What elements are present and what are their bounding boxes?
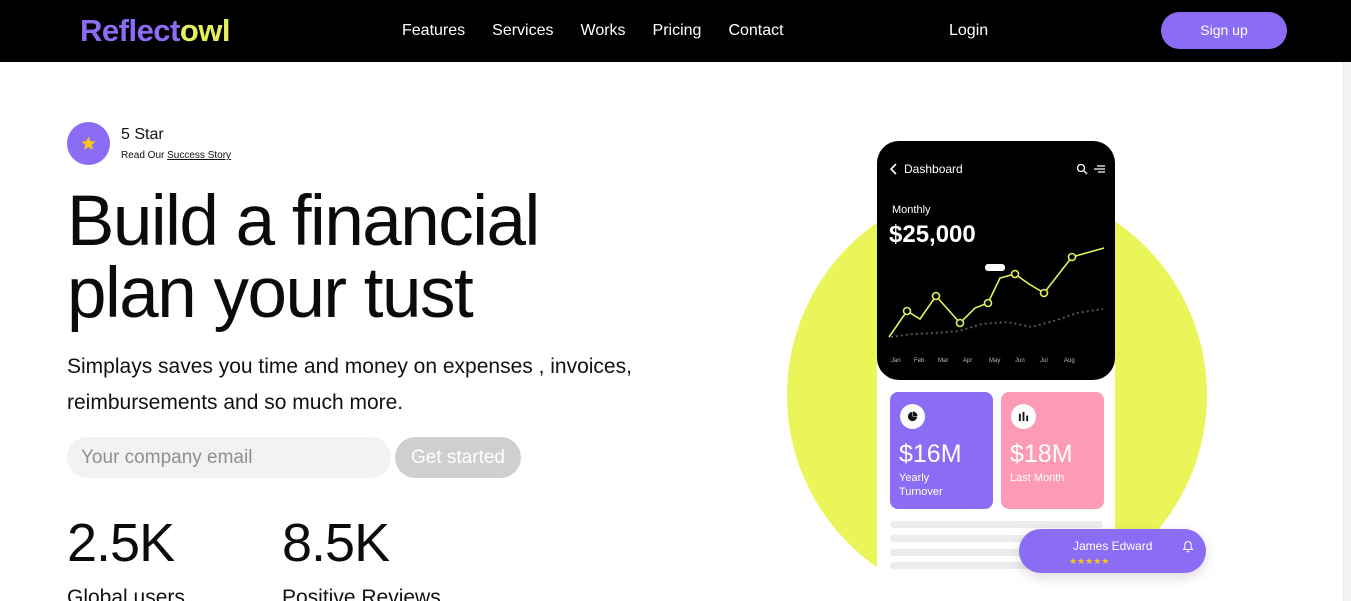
nav-link-works[interactable]: Works — [581, 20, 626, 42]
card-value: $16M — [899, 440, 962, 468]
stat-value: 2.5K — [67, 513, 175, 573]
chart-point — [931, 291, 941, 301]
landing-page: Reflectowl Features Services Works Prici… — [0, 0, 1351, 601]
month-label-mar: Mar — [938, 358, 948, 364]
bar-chart-icon — [1011, 404, 1036, 429]
reviewer-name: James Edward — [1073, 539, 1153, 553]
month-label-aug: Aug — [1064, 358, 1075, 364]
logo-text-reflect: Reflect — [80, 13, 180, 48]
hero-title-line-2: plan your tust — [67, 254, 474, 333]
month-label-apr: Apr — [963, 358, 972, 364]
success-story-link[interactable]: Success Story — [167, 150, 231, 161]
card-label: Last Month — [1010, 472, 1065, 484]
hero-description: Simplays saves you time and money on exp… — [67, 355, 632, 414]
period-label: Monthly — [892, 204, 931, 216]
monthly-line-chart: Jan Feb Mar Apr May Jun Jul Aug — [888, 247, 1105, 364]
placeholder-line — [890, 535, 1030, 542]
month-label-jun: Jun — [1015, 358, 1025, 364]
stat-positive-reviews: 8.5K Positive Reviews — [282, 513, 441, 601]
placeholder-line — [890, 521, 1103, 528]
month-label-jan: Jan — [891, 358, 901, 364]
placeholder-line — [890, 549, 1030, 556]
chart-point — [983, 298, 993, 308]
nav-link-pricing[interactable]: Pricing — [653, 20, 702, 42]
card-value: $18M — [1010, 440, 1073, 468]
get-started-button[interactable]: Get started — [395, 437, 521, 478]
chart-point — [1039, 288, 1049, 298]
chart-secondary-line — [890, 308, 1104, 338]
nav-link-services[interactable]: Services — [492, 20, 553, 42]
monthly-amount: $25,000 — [889, 221, 976, 248]
dashboard-title: Dashboard — [904, 162, 963, 176]
chart-tooltip — [985, 264, 1005, 271]
month-label-feb: Feb — [914, 358, 925, 364]
yearly-turnover-card[interactable]: $16M Yearly Turnover — [890, 392, 993, 509]
review-stars: ★★★★★ — [1069, 556, 1110, 566]
pie-chart-icon — [900, 404, 925, 429]
card-label: Yearly Turnover — [899, 472, 943, 498]
stat-label: Global users — [67, 586, 185, 601]
hero-title-line-1: Build a financial — [67, 182, 540, 261]
rating-badge — [67, 122, 110, 165]
brand-logo[interactable]: Reflectowl — [80, 13, 231, 49]
chart-point — [955, 318, 965, 328]
chart-point — [1067, 252, 1077, 262]
month-label-may: May — [989, 358, 1000, 364]
bell-icon[interactable] — [1182, 540, 1194, 553]
nav-links: Features Services Works Pricing Contact — [402, 20, 784, 42]
last-month-card[interactable]: $18M Last Month — [1001, 392, 1104, 509]
placeholder-line — [890, 562, 1030, 569]
rating-subtitle-prefix: Read Our — [121, 150, 165, 161]
chart-point — [1010, 269, 1020, 279]
star-icon — [81, 136, 96, 150]
search-icon[interactable] — [1076, 163, 1088, 175]
chart-point — [902, 306, 912, 316]
page-scrollbar[interactable] — [1343, 62, 1351, 601]
rating-title: 5 Star — [121, 126, 164, 143]
signup-button[interactable]: Sign up — [1161, 12, 1287, 49]
stat-label: Positive Reviews — [282, 586, 441, 601]
chart-month-labels: Jan Feb Mar Apr May Jun Jul Aug — [891, 358, 1075, 364]
stat-global-users: 2.5K Global users — [67, 513, 185, 601]
nav-link-features[interactable]: Features — [402, 20, 465, 42]
menu-icon[interactable] — [1094, 164, 1105, 174]
month-label-jul: Jul — [1040, 358, 1048, 364]
rating-subtitle: Read Our Success Story — [121, 150, 231, 162]
top-navigation: Reflectowl Features Services Works Prici… — [0, 0, 1351, 62]
back-chevron-icon[interactable] — [889, 162, 899, 176]
company-email-input[interactable] — [67, 437, 391, 478]
login-link[interactable]: Login — [949, 20, 988, 42]
nav-link-contact[interactable]: Contact — [728, 20, 783, 42]
phone-dashboard-screen: Jan Feb Mar Apr May Jun Jul Aug Dashboar… — [877, 141, 1115, 380]
logo-text-owl: owl — [179, 13, 231, 48]
review-pill[interactable]: James Edward ★★★★★ — [1019, 529, 1206, 573]
stat-value: 8.5K — [282, 513, 390, 573]
hero-title: Build a financial plan your tust — [67, 186, 667, 330]
